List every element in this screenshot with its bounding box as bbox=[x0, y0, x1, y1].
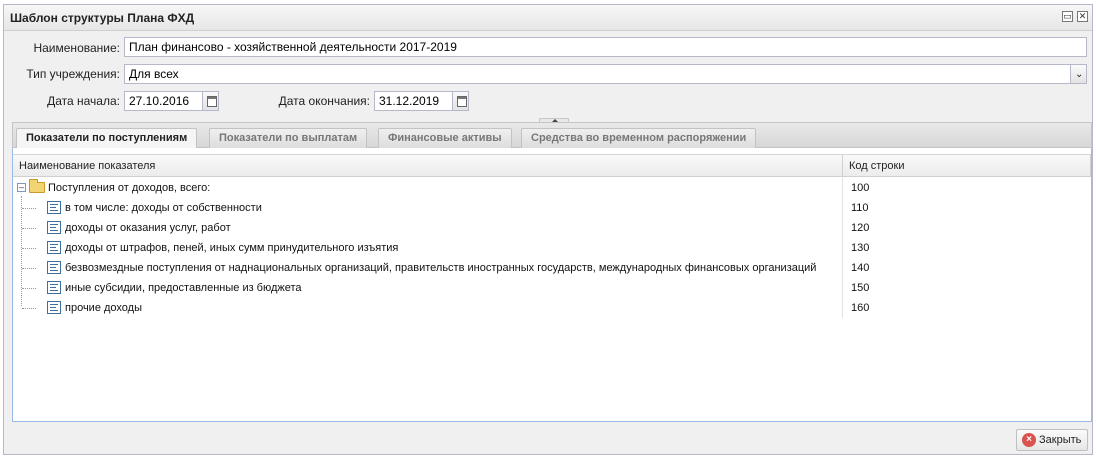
start-date-picker[interactable] bbox=[202, 91, 219, 111]
tree-connector bbox=[22, 288, 36, 289]
end-date-picker[interactable] bbox=[452, 91, 469, 111]
column-separator[interactable] bbox=[842, 155, 843, 177]
table-row[interactable]: доходы от оказания услуг, работ 120 bbox=[13, 218, 1091, 238]
dialog-window: Шаблон структуры Плана ФХД ▭ ✕ Наименова… bbox=[3, 4, 1093, 455]
row-name: прочие доходы bbox=[65, 302, 142, 314]
row-code: 160 bbox=[851, 302, 870, 314]
type-dropdown-trigger[interactable]: ⌄ bbox=[1070, 64, 1087, 84]
start-date-label: Дата начала: bbox=[47, 94, 120, 108]
row-name: безвозмездные поступления от наднационал… bbox=[65, 262, 817, 274]
calendar-icon bbox=[457, 96, 467, 107]
name-label: Наименование: bbox=[33, 41, 120, 55]
row-name: доходы от штрафов, пеней, иных сумм прин… bbox=[65, 242, 399, 254]
row-name: в том числе: доходы от собственности bbox=[65, 202, 262, 214]
window-title: Шаблон структуры Плана ФХД bbox=[10, 11, 195, 25]
type-select[interactable]: Для всех bbox=[124, 64, 1071, 84]
table-row[interactable]: – Поступления от доходов, всего: 100 bbox=[13, 178, 1091, 198]
document-list-icon bbox=[47, 241, 61, 254]
table-row[interactable]: в том числе: доходы от собственности 110 bbox=[13, 198, 1091, 218]
row-code: 110 bbox=[851, 202, 869, 214]
start-date-field[interactable]: 27.10.2016 bbox=[124, 91, 203, 111]
close-circle-icon: × bbox=[1022, 433, 1036, 447]
tree-connector bbox=[22, 248, 36, 249]
tree-connector bbox=[22, 228, 36, 229]
column-header-code[interactable]: Код строки bbox=[849, 160, 905, 172]
tab-strip: Показатели по поступлениям Показатели по… bbox=[12, 122, 1092, 150]
tab-income[interactable]: Показатели по поступлениям bbox=[16, 128, 198, 150]
document-list-icon bbox=[47, 261, 61, 274]
collapse-icon[interactable]: – bbox=[17, 183, 26, 192]
end-date-field[interactable]: 31.12.2019 bbox=[374, 91, 453, 111]
document-list-icon bbox=[47, 221, 61, 234]
indicators-grid: Наименование показателя Код строки – Пос… bbox=[12, 148, 1092, 422]
tab-payments[interactable]: Показатели по выплатам bbox=[209, 128, 368, 149]
tab-financial-assets[interactable]: Финансовые активы bbox=[378, 128, 512, 149]
title-bar[interactable]: Шаблон структуры Плана ФХД ▭ ✕ bbox=[4, 5, 1092, 31]
row-code: 100 bbox=[851, 182, 870, 194]
table-row[interactable]: доходы от штрафов, пеней, иных сумм прин… bbox=[13, 238, 1091, 258]
column-header-name[interactable]: Наименование показателя bbox=[19, 160, 155, 172]
close-icon[interactable]: ✕ bbox=[1077, 11, 1088, 22]
row-name: Поступления от доходов, всего: bbox=[48, 182, 211, 194]
document-list-icon bbox=[47, 201, 61, 214]
close-button-label: Закрыть bbox=[1039, 434, 1082, 446]
row-name: иные субсидии, предоставленные из бюджет… bbox=[65, 282, 302, 294]
table-row[interactable]: иные субсидии, предоставленные из бюджет… bbox=[13, 278, 1091, 298]
folder-icon bbox=[29, 179, 45, 193]
tree-connector bbox=[22, 208, 36, 209]
close-button[interactable]: × Закрыть bbox=[1016, 429, 1088, 451]
row-name: доходы от оказания услуг, работ bbox=[65, 222, 231, 234]
table-row[interactable]: безвозмездные поступления от наднационал… bbox=[13, 258, 1091, 278]
tab-temporary-funds[interactable]: Средства во временном распоряжении bbox=[521, 128, 757, 149]
document-list-icon bbox=[47, 301, 61, 314]
row-code: 140 bbox=[851, 262, 870, 274]
tree-connector bbox=[22, 268, 36, 269]
tree-connector bbox=[22, 308, 36, 309]
row-code: 150 bbox=[851, 282, 870, 294]
chevron-down-icon: ⌄ bbox=[1075, 69, 1084, 80]
maximize-icon[interactable]: ▭ bbox=[1062, 11, 1073, 22]
name-field[interactable]: План финансово - хозяйственной деятельно… bbox=[124, 37, 1087, 57]
type-label: Тип учреждения: bbox=[26, 67, 120, 81]
table-row[interactable]: прочие доходы 160 bbox=[13, 298, 1091, 318]
column-separator bbox=[1090, 155, 1091, 177]
row-code: 130 bbox=[851, 242, 870, 254]
document-list-icon bbox=[47, 281, 61, 294]
grid-header: Наименование показателя Код строки bbox=[13, 154, 1091, 177]
end-date-label: Дата окончания: bbox=[278, 94, 370, 108]
calendar-icon bbox=[207, 96, 217, 107]
row-code: 120 bbox=[851, 222, 870, 234]
